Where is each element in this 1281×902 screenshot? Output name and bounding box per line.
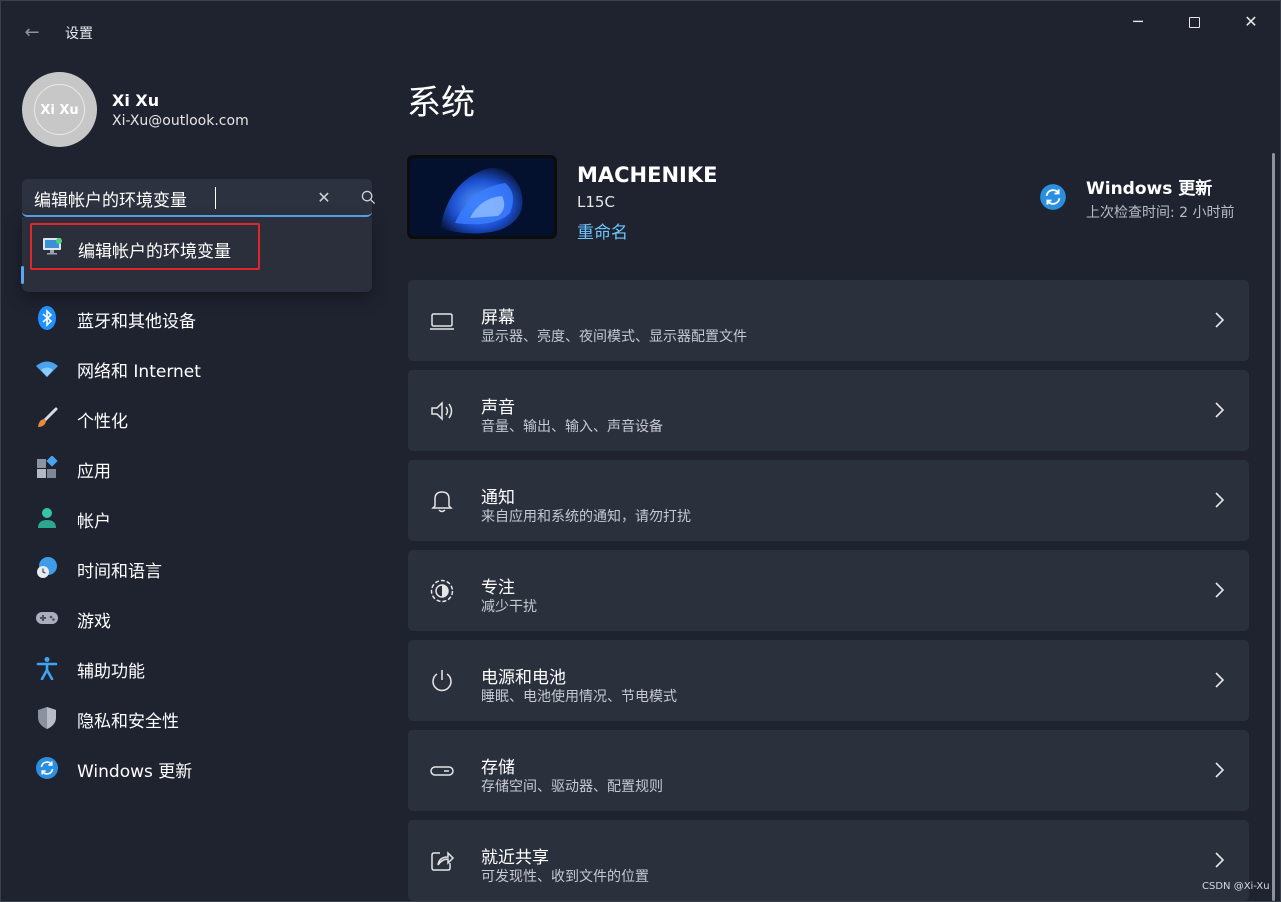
card-nearby-sharing[interactable]: 就近共享 可发现性、收到文件的位置: [408, 820, 1249, 901]
chevron-right-icon: [1211, 309, 1227, 331]
sidebar-item-label: 蓝牙和其他设备: [77, 312, 196, 332]
card-title: 通知: [481, 488, 515, 508]
shield-icon: [35, 706, 59, 730]
card-title: 就近共享: [481, 848, 549, 868]
avatar[interactable]: Xi Xu: [22, 72, 97, 147]
card-title: 电源和电池: [481, 668, 566, 688]
windows-update-title[interactable]: Windows 更新: [1086, 174, 1212, 199]
user-email: Xi-Xu@outlook.com: [112, 113, 249, 129]
card-title: 专注: [481, 578, 515, 598]
globe-clock-icon: [35, 556, 59, 580]
app-title: 设置: [65, 26, 93, 42]
card-subtitle: 可发现性、收到文件的位置: [481, 869, 649, 885]
accessibility-icon: [35, 656, 59, 681]
suggestion-item[interactable]: 编辑帐户的环境变量: [30, 223, 260, 270]
device-name: MACHENIKE: [577, 163, 718, 187]
suggestion-label: 编辑帐户的环境变量: [78, 242, 231, 262]
sidebar-item-label: 时间和语言: [77, 562, 162, 582]
sidebar-item-label: 辅助功能: [77, 662, 145, 682]
card-subtitle: 存储空间、驱动器、配置规则: [481, 779, 663, 795]
sidebar: Xi Xu Xi Xu Xi-Xu@outlook.com ✕ 编辑帐户的环境变…: [1, 63, 391, 902]
card-display[interactable]: 屏幕 显示器、亮度、夜间模式、显示器配置文件: [408, 280, 1249, 361]
sidebar-item-time-language[interactable]: 时间和语言: [25, 545, 371, 591]
rename-link[interactable]: 重命名: [577, 218, 628, 243]
sidebar-item-accessibility[interactable]: 辅助功能: [25, 645, 371, 691]
power-icon: [429, 668, 455, 694]
search-suggestions: 编辑帐户的环境变量: [22, 217, 372, 292]
sidebar-item-windows-update[interactable]: Windows 更新: [25, 745, 371, 791]
card-title: 声音: [481, 398, 515, 418]
device-wallpaper-thumbnail: [407, 155, 557, 239]
card-subtitle: 睡眠、电池使用情况、节电模式: [481, 689, 677, 705]
apps-icon: [35, 455, 59, 480]
sidebar-item-accounts[interactable]: 帐户: [25, 495, 371, 541]
user-name: Xi Xu: [112, 91, 160, 110]
sidebar-item-label: 游戏: [77, 612, 111, 632]
update-icon: [35, 756, 59, 780]
active-nav-indicator: [21, 266, 24, 284]
card-notifications[interactable]: 通知 来自应用和系统的通知，请勿打扰: [408, 460, 1249, 541]
search-icon[interactable]: [356, 187, 380, 209]
sidebar-item-gaming[interactable]: 游戏: [25, 595, 371, 641]
storage-icon: [429, 758, 455, 784]
back-arrow-icon[interactable]: ←: [19, 21, 45, 45]
sidebar-item-privacy[interactable]: 隐私和安全性: [25, 695, 371, 741]
sidebar-item-label: 应用: [77, 462, 111, 482]
search-box[interactable]: ✕: [22, 179, 375, 217]
title-bar: ← 设置 ─ ✕: [1, 1, 1280, 63]
bluetooth-icon: [35, 306, 59, 330]
brush-icon: [35, 406, 59, 430]
main-content: 系统 MACHENIKE L15C 重命名 Windows 更新 上次检查时间:…: [391, 63, 1281, 902]
sidebar-item-apps[interactable]: 应用: [25, 445, 371, 491]
bell-icon: [429, 488, 455, 514]
card-sound[interactable]: 声音 音量、输出、输入、声音设备: [408, 370, 1249, 451]
chevron-right-icon: [1211, 759, 1227, 781]
card-subtitle: 音量、输出、输入、声音设备: [481, 419, 663, 435]
focus-icon: [429, 578, 455, 604]
gamepad-icon: [35, 606, 59, 630]
share-icon: [429, 848, 455, 874]
card-subtitle: 显示器、亮度、夜间模式、显示器配置文件: [481, 329, 747, 345]
sidebar-item-network[interactable]: 网络和 Internet: [25, 345, 371, 391]
clear-search-button[interactable]: ✕: [312, 187, 336, 209]
maximize-button[interactable]: [1171, 9, 1217, 35]
windows-update-last-check: 上次检查时间: 2 小时前: [1086, 205, 1235, 221]
settings-window: ← 设置 ─ ✕ Xi Xu Xi Xu Xi-Xu@outlook.com ✕…: [0, 0, 1281, 902]
sidebar-item-personalization[interactable]: 个性化: [25, 395, 371, 441]
sidebar-item-label: 帐户: [77, 512, 111, 532]
card-subtitle: 来自应用和系统的通知，请勿打扰: [481, 509, 691, 525]
card-power-battery[interactable]: 电源和电池 睡眠、电池使用情况、节电模式: [408, 640, 1249, 721]
device-model: L15C: [577, 193, 615, 211]
search-input[interactable]: [34, 185, 289, 211]
update-icon[interactable]: [1039, 183, 1067, 211]
chevron-right-icon: [1211, 849, 1227, 871]
chevron-right-icon: [1211, 669, 1227, 691]
sidebar-item-label: 隐私和安全性: [77, 712, 179, 732]
chevron-right-icon: [1211, 399, 1227, 421]
chevron-right-icon: [1211, 579, 1227, 601]
environment-variables-icon: [42, 237, 64, 255]
card-storage[interactable]: 存储 存储空间、驱动器、配置规则: [408, 730, 1249, 811]
speaker-icon: [429, 398, 455, 424]
card-subtitle: 减少干扰: [481, 599, 537, 615]
maximize-icon: [1188, 17, 1200, 28]
sidebar-item-label: 网络和 Internet: [77, 362, 201, 382]
scrollbar[interactable]: [1272, 153, 1275, 901]
page-title: 系统: [407, 83, 475, 123]
sidebar-item-label: Windows 更新: [77, 762, 193, 782]
person-icon: [35, 506, 59, 530]
avatar-text: Xi Xu: [34, 84, 85, 135]
wifi-icon: [35, 356, 59, 380]
watermark: CSDN @Xi-Xu: [1202, 881, 1270, 892]
card-title: 存储: [481, 758, 515, 778]
minimize-button[interactable]: ─: [1115, 9, 1161, 35]
monitor-icon: [429, 308, 455, 334]
close-button[interactable]: ✕: [1228, 9, 1274, 35]
text-caret: [215, 187, 216, 209]
card-title: 屏幕: [481, 308, 515, 328]
chevron-right-icon: [1211, 489, 1227, 511]
sidebar-item-bluetooth[interactable]: 蓝牙和其他设备: [25, 295, 371, 341]
card-focus[interactable]: 专注 减少干扰: [408, 550, 1249, 631]
sidebar-item-label: 个性化: [77, 412, 128, 432]
